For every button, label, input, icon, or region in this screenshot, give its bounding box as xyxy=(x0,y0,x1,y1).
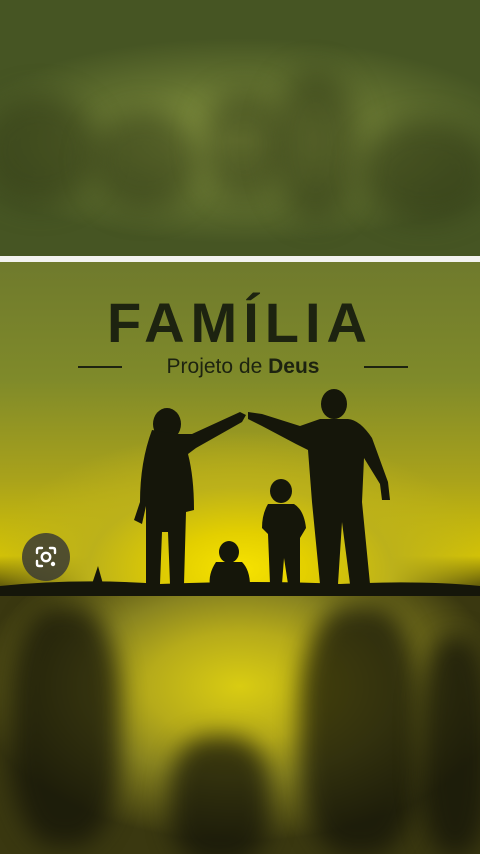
child-silhouette xyxy=(262,479,306,584)
grass-silhouette xyxy=(92,566,103,584)
main-image[interactable]: FAMÍLIA Projeto de Deus xyxy=(0,262,480,596)
toddler-silhouette xyxy=(209,541,250,586)
blurred-background-bottom xyxy=(0,596,480,854)
blurred-background-top xyxy=(0,0,480,256)
google-lens-icon xyxy=(35,546,57,568)
google-lens-button[interactable] xyxy=(22,533,70,581)
family-silhouette xyxy=(0,389,480,596)
